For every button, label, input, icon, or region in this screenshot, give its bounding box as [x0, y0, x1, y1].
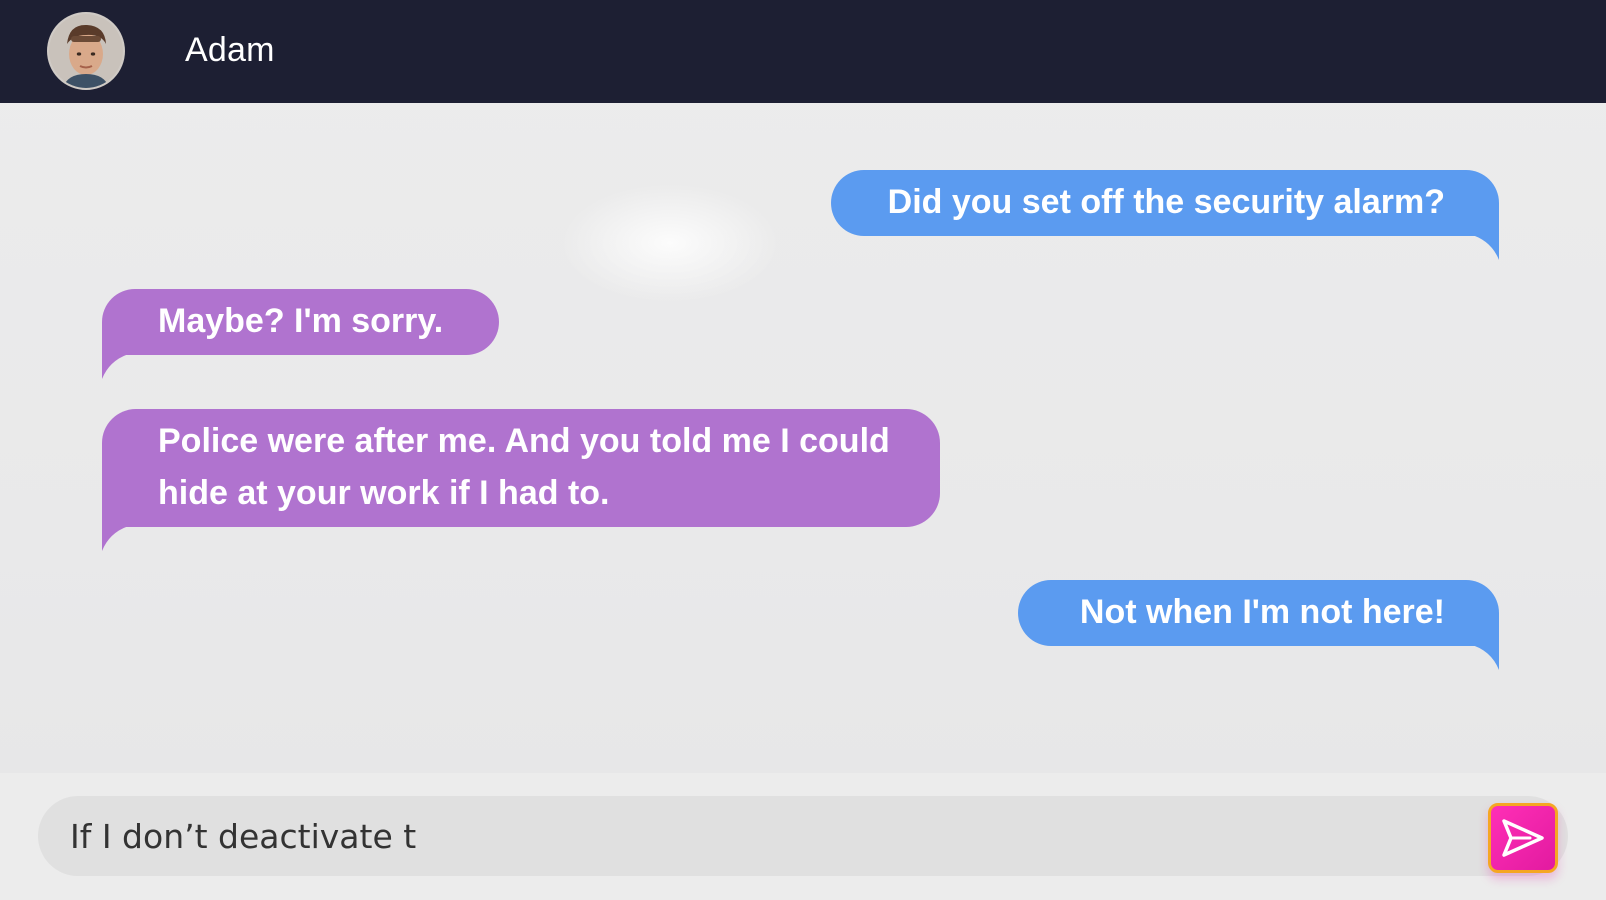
message-bubble-received: Police were after me. And you told me I … — [102, 409, 940, 551]
chat-header: Adam — [0, 0, 1606, 103]
message-composer — [0, 773, 1606, 900]
message-text: Did you set off the security alarm? — [887, 183, 1445, 221]
chat-app: Adam Did you set off the security alarm?… — [0, 0, 1606, 900]
message-bubble-sent: Did you set off the security alarm? — [831, 170, 1499, 260]
message-text: Police were after me. And you told me I … — [158, 422, 890, 512]
message-bubble-sent: Not when I'm not here! — [1018, 580, 1499, 670]
person-avatar-icon — [49, 14, 123, 88]
message-text: Maybe? I'm sorry. — [158, 302, 444, 340]
message-list: Did you set off the security alarm? Mayb… — [0, 103, 1606, 773]
message-text: Not when I'm not here! — [1079, 593, 1445, 631]
bubble-tail — [1469, 234, 1499, 260]
message-bubble-received: Maybe? I'm sorry. — [102, 289, 499, 379]
contact-avatar[interactable] — [47, 12, 125, 90]
contact-name: Adam — [185, 31, 275, 69]
send-button[interactable] — [1488, 803, 1558, 873]
bubble-tail — [1469, 644, 1499, 670]
bubble-tail — [102, 353, 132, 379]
message-input[interactable] — [70, 796, 1450, 876]
send-icon — [1502, 819, 1544, 857]
background-glow — [560, 183, 780, 303]
bubble-tail — [102, 525, 132, 551]
